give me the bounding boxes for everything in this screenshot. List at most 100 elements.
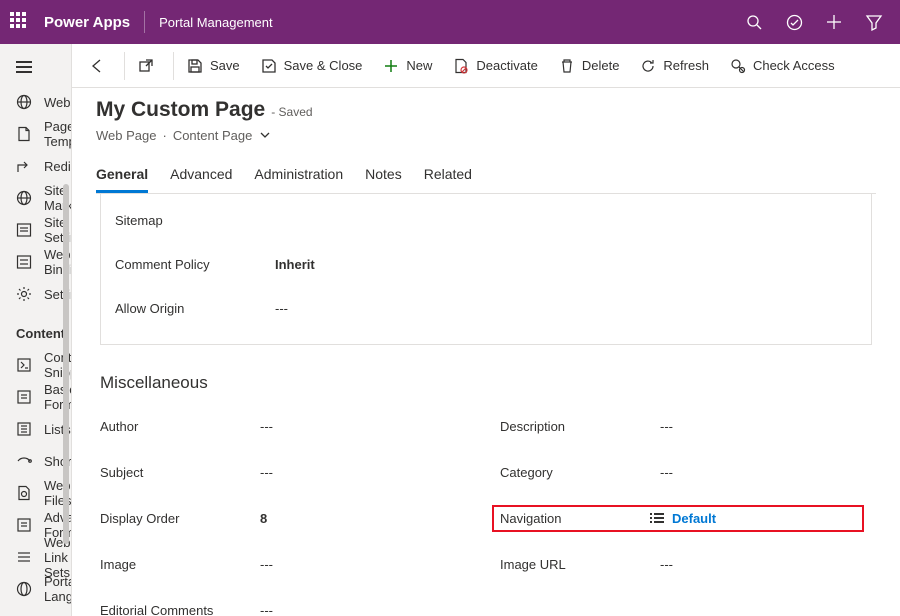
nav-settings[interactable]: Settings	[0, 278, 71, 310]
cmd-label: Save & Close	[284, 58, 363, 73]
task-icon[interactable]	[774, 0, 814, 44]
field-value[interactable]: ---	[260, 603, 460, 616]
tab-general[interactable]: General	[96, 158, 148, 193]
nav-content-snippets[interactable]: Content Snippets	[0, 349, 71, 381]
redirect-icon	[16, 157, 32, 175]
record-header: My Custom Page - Saved Web Page · Conten…	[72, 88, 900, 194]
nav-label: Portal Languages	[44, 574, 72, 604]
nav-basic-forms[interactable]: Basic Forms	[0, 381, 71, 413]
field-label: Image URL	[500, 557, 660, 572]
field-value[interactable]: ---	[275, 301, 475, 316]
list-icon	[650, 513, 664, 523]
site-nav: Websites Page Templates Redirects Site M…	[0, 44, 72, 616]
nav-websites[interactable]: Websites	[0, 86, 71, 118]
field-label: Author	[100, 419, 260, 434]
save-status: - Saved	[271, 105, 312, 119]
app-name: Portal Management	[159, 15, 272, 30]
tab-related[interactable]: Related	[424, 158, 472, 193]
new-button[interactable]: New	[372, 44, 442, 88]
field-value[interactable]: ---	[260, 465, 460, 480]
section-miscellaneous: Author--- Description--- Subject--- Cate…	[100, 403, 872, 616]
field-label: Description	[500, 419, 660, 434]
nav-page-templates[interactable]: Page Templates	[0, 118, 71, 150]
divider	[173, 52, 174, 80]
nav-redirects[interactable]: Redirects	[0, 150, 71, 182]
tab-notes[interactable]: Notes	[365, 158, 402, 193]
gear-icon	[16, 285, 32, 303]
field-value[interactable]: ---	[260, 419, 460, 434]
field-value[interactable]: ---	[660, 557, 860, 572]
command-bar: Save Save & Close New Deactivate Delete …	[72, 44, 900, 88]
nav-portal-languages[interactable]: Portal Languages	[0, 573, 71, 605]
field-label: Allow Origin	[115, 301, 275, 316]
nav-shortcuts[interactable]: Shortcuts	[0, 445, 71, 477]
save-close-button[interactable]: Save & Close	[250, 44, 373, 88]
page-icon	[16, 125, 32, 143]
back-icon	[88, 57, 106, 75]
form-icon	[16, 388, 32, 406]
plus-icon	[382, 57, 400, 75]
save-close-icon	[260, 57, 278, 75]
nav-label: Redirects	[44, 159, 72, 174]
nav-website-bindings[interactable]: Website Bindings	[0, 246, 71, 278]
chevron-down-icon[interactable]	[256, 126, 274, 144]
check-access-button[interactable]: Check Access	[719, 44, 845, 88]
cmd-label: Delete	[582, 58, 620, 73]
nav-web-files[interactable]: Web Files	[0, 477, 71, 509]
field-label: Comment Policy	[115, 257, 275, 272]
nav-site-settings[interactable]: Site Settings	[0, 214, 71, 246]
field-value[interactable]: Inherit	[275, 257, 475, 272]
global-header: Power Apps Portal Management	[0, 0, 900, 44]
trash-icon	[558, 57, 576, 75]
popout-icon	[137, 57, 155, 75]
app-launcher-icon[interactable]	[10, 12, 30, 32]
form-tabs: General Advanced Administration Notes Re…	[96, 158, 876, 194]
field-label: Editorial Comments	[100, 603, 260, 616]
entity-name: Web Page	[96, 128, 156, 143]
deactivate-icon	[452, 57, 470, 75]
divider	[144, 11, 145, 33]
bindings-icon	[16, 253, 32, 271]
field-value[interactable]: ---	[660, 419, 860, 434]
section-title: Miscellaneous	[100, 373, 872, 393]
nav-lists[interactable]: Lists	[0, 413, 71, 445]
field-value[interactable]: 8	[260, 511, 460, 526]
cmd-label: New	[406, 58, 432, 73]
navigation-lookup-value[interactable]: Default	[672, 511, 872, 526]
tab-administration[interactable]: Administration	[254, 158, 343, 193]
filter-icon[interactable]	[854, 0, 894, 44]
main-pane: Save Save & Close New Deactivate Delete …	[72, 44, 900, 616]
field-value[interactable]: ---	[260, 557, 460, 572]
form-selector[interactable]: Content Page	[173, 128, 253, 143]
nav-scrollbar[interactable]	[63, 184, 69, 544]
nav-label: Websites	[44, 95, 72, 110]
field-value[interactable]: ---	[660, 465, 860, 480]
navigation-field-highlight: Navigation Default	[492, 505, 864, 532]
tab-advanced[interactable]: Advanced	[170, 158, 232, 193]
refresh-button[interactable]: Refresh	[629, 44, 719, 88]
field-label: Category	[500, 465, 660, 480]
field-label: Navigation	[500, 511, 650, 526]
nav-site-markers[interactable]: Site Markers	[0, 182, 71, 214]
cmd-label: Refresh	[663, 58, 709, 73]
open-new-window-button[interactable]	[127, 44, 171, 88]
nav-label: Page Templates	[44, 119, 72, 149]
brand-name: Power Apps	[44, 14, 130, 31]
form-body: Sitemap Comment PolicyInherit Allow Orig…	[72, 194, 900, 616]
nav-collapse-button[interactable]	[0, 48, 71, 86]
language-icon	[16, 580, 32, 598]
adv-form-icon	[16, 516, 32, 534]
field-label: Display Order	[100, 511, 260, 526]
delete-button[interactable]: Delete	[548, 44, 630, 88]
file-icon	[16, 484, 32, 502]
field-label: Image	[100, 557, 260, 572]
search-icon[interactable]	[734, 0, 774, 44]
add-icon[interactable]	[814, 0, 854, 44]
list-icon	[16, 420, 32, 438]
deactivate-button[interactable]: Deactivate	[442, 44, 547, 88]
save-button[interactable]: Save	[176, 44, 250, 88]
section-top: Sitemap Comment PolicyInherit Allow Orig…	[100, 194, 872, 345]
nav-web-link-sets[interactable]: Web Link Sets	[0, 541, 71, 573]
linkset-icon	[16, 548, 32, 566]
back-button[interactable]	[78, 44, 122, 88]
